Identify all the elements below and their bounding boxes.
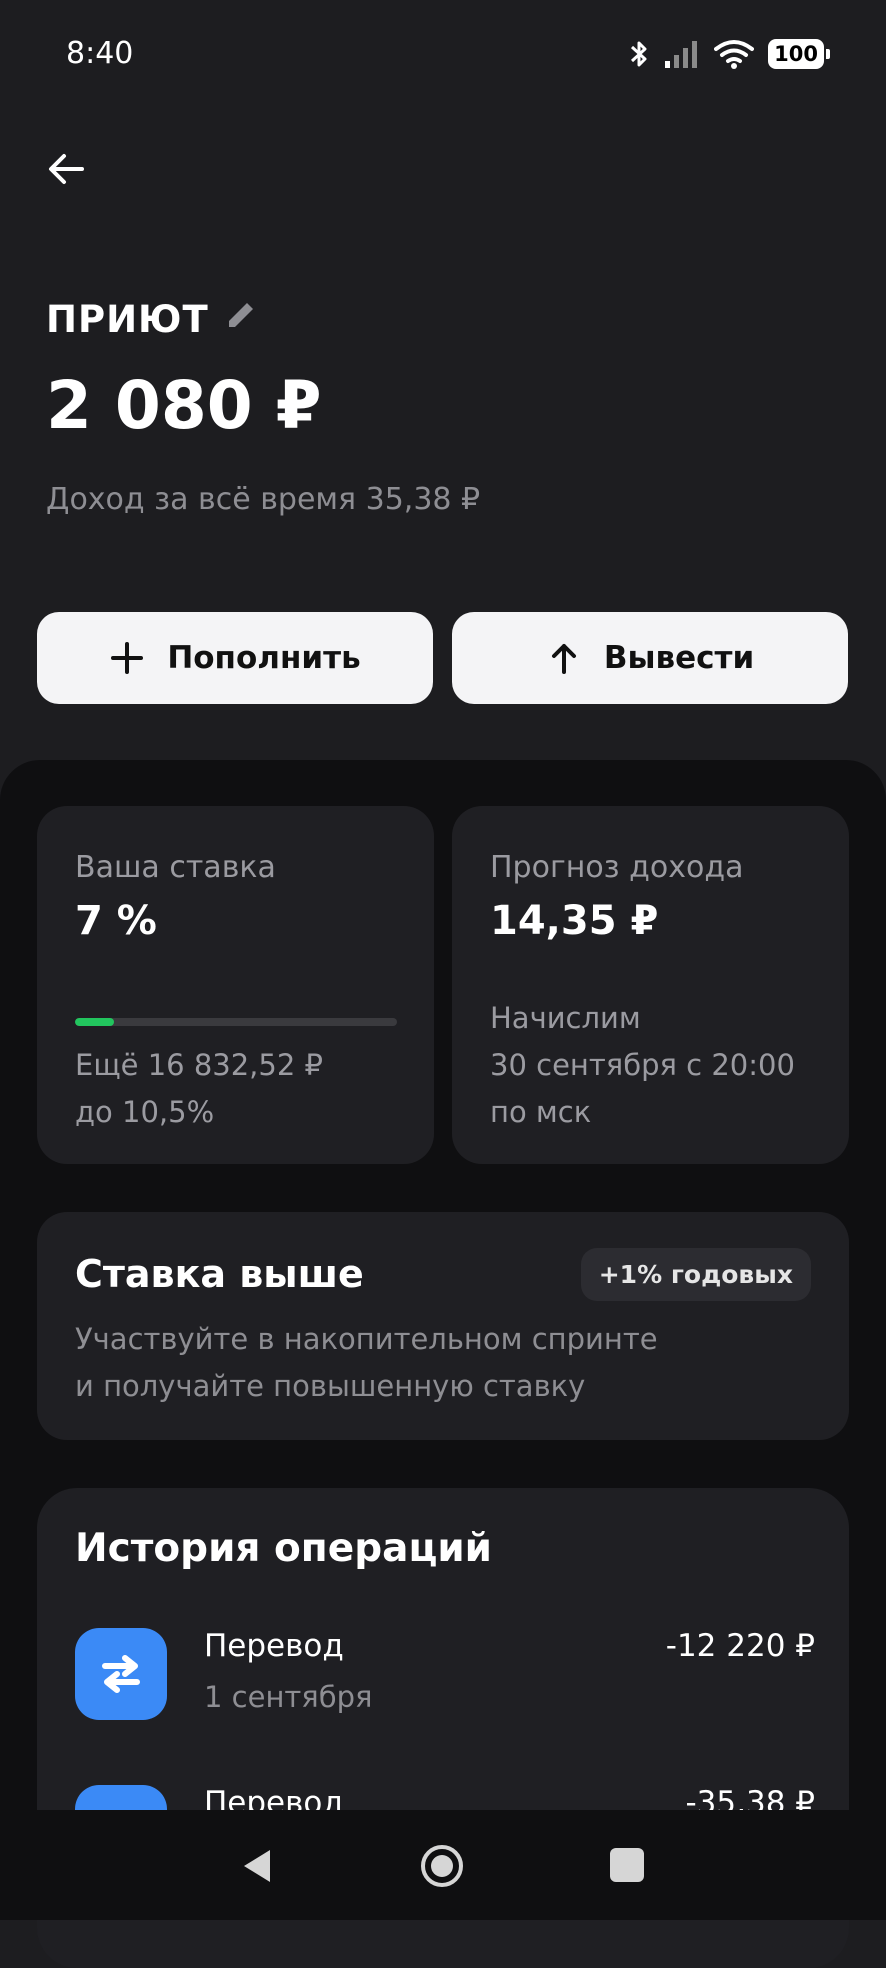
rate-card[interactable]: Ваша ставка 7 % Ещё 16 832,52 ₽ до 10,5%: [37, 806, 434, 1164]
accrual-line-1: Начислим: [490, 1001, 641, 1035]
promo-title: Ставка выше: [75, 1252, 364, 1296]
signal-icon: [665, 41, 698, 68]
nav-back-icon[interactable]: [238, 1846, 278, 1886]
account-balance: 2 080 ₽: [46, 367, 322, 444]
deposit-button[interactable]: Пополнить: [37, 612, 433, 704]
status-icons: 100: [628, 36, 830, 72]
history-title: История операций: [75, 1526, 493, 1571]
forecast-value: 14,35 ₽: [490, 898, 659, 944]
nav-recents-icon[interactable]: [610, 1848, 644, 1882]
nav-home-icon[interactable]: [418, 1842, 466, 1890]
account-title-row: ПРИЮТ: [46, 298, 259, 341]
promo-card[interactable]: Ставка выше +1% годовых Участвуйте в нак…: [37, 1212, 849, 1440]
history-item-date: 1 сентября: [204, 1680, 373, 1714]
status-bar: 8:40 100: [0, 0, 886, 110]
accrual-line-2: 30 сентября с 20:00: [490, 1048, 795, 1082]
back-arrow-icon[interactable]: [42, 145, 90, 193]
bluetooth-icon: [631, 41, 647, 67]
promo-text: Участвуйте в накопительном спринте и пол…: [75, 1316, 815, 1410]
wifi-icon: [714, 40, 755, 69]
rate-value: 7 %: [75, 898, 157, 944]
rate-progress-bar: [75, 1018, 397, 1026]
arrow-up-icon: [551, 644, 576, 674]
status-time: 8:40: [66, 36, 134, 71]
promo-text-line-2: и получайте повышенную ставку: [75, 1369, 586, 1403]
rate-remaining-amount: Ещё 16 832,52 ₽: [75, 1048, 323, 1082]
rate-progress-fill: [75, 1018, 114, 1026]
rate-label: Ваша ставка: [75, 850, 276, 885]
deposit-button-label: Пополнить: [167, 640, 361, 676]
total-income: Доход за всё время 35,38 ₽: [46, 482, 481, 517]
history-item-name: Перевод: [204, 1628, 344, 1664]
withdraw-button[interactable]: Вывести: [452, 612, 848, 704]
rate-target: до 10,5%: [75, 1095, 215, 1129]
withdraw-button-label: Вывести: [603, 640, 755, 676]
transfer-icon: [75, 1628, 167, 1720]
plus-icon: [111, 642, 144, 674]
forecast-card[interactable]: Прогноз дохода 14,35 ₽ Начислим 30 сентя…: [452, 806, 849, 1164]
history-item-amount: -12 220 ₽: [665, 1628, 815, 1664]
accrual-line-3: по мск: [490, 1095, 592, 1129]
battery-icon: 100: [768, 39, 830, 69]
forecast-label: Прогноз дохода: [490, 850, 744, 885]
promo-badge: +1% годовых: [580, 1248, 811, 1301]
edit-pencil-icon[interactable]: [223, 297, 259, 333]
history-item[interactable]: Перевод 1 сентября -12 220 ₽: [75, 1628, 815, 1728]
promo-text-line-1: Участвуйте в накопительном спринте: [75, 1322, 658, 1356]
account-title: ПРИЮТ: [46, 298, 209, 341]
